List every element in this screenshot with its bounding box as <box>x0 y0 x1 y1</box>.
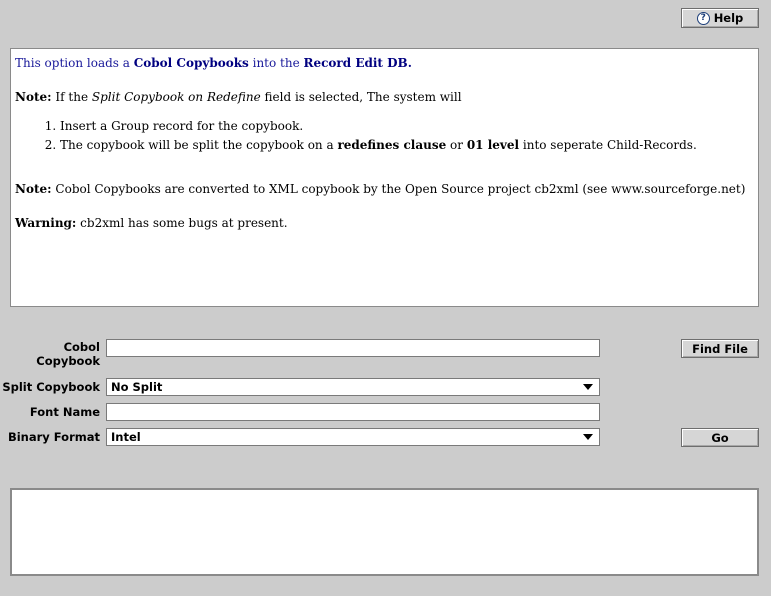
help-button[interactable]: ? Help <box>681 8 759 28</box>
find-file-button[interactable]: Find File <box>681 339 759 358</box>
list-item-1-text: Insert a Group record for the copybook. <box>60 119 304 133</box>
copybook-label: Cobol Copybook <box>36 340 100 368</box>
list-item-2-mid: or <box>446 138 467 152</box>
chevron-down-icon[interactable] <box>583 384 593 390</box>
note2-label: Note: <box>15 182 52 196</box>
list-item-2-bold2: 01 level <box>466 138 520 152</box>
binary-format-value: Intel <box>111 430 141 444</box>
note1-label: Note: <box>15 90 52 104</box>
question-icon: ? <box>696 11 710 25</box>
intro-bold-copybooks: Cobol Copybooks <box>133 56 249 70</box>
list-item-2-prefix: The copybook will be split the copybook … <box>60 138 338 152</box>
warning-text: Warning: cb2xml has some bugs at present… <box>15 216 288 230</box>
intro-prefix: This option loads a <box>15 56 134 70</box>
note-redefine: Note: If the Split Copybook on Redefine … <box>15 90 462 104</box>
binary-format-label: Binary Format <box>7 430 100 444</box>
chevron-down-icon[interactable] <box>583 434 593 440</box>
list-item: The copybook will be split the copybook … <box>60 138 697 152</box>
note1-prefix: If the <box>51 90 92 104</box>
steps-list: Insert a Group record for the copybook. … <box>15 119 697 157</box>
split-copybook-select[interactable]: No Split <box>106 378 600 396</box>
go-button[interactable]: Go <box>681 428 759 447</box>
font-name-input[interactable] <box>106 403 600 421</box>
copybook-input[interactable] <box>106 339 600 357</box>
intro-text: This option loads a Cobol Copybooks into… <box>15 56 412 70</box>
binary-format-select[interactable]: Intel <box>106 428 600 446</box>
font-name-label: Font Name <box>29 405 100 419</box>
note-cb2xml: Note: Cobol Copybooks are converted to X… <box>15 182 745 196</box>
help-button-label: Help <box>713 11 744 25</box>
list-item: Insert a Group record for the copybook. <box>60 119 697 133</box>
list-item-2-bold1: redefines clause <box>337 138 447 152</box>
list-item-2-suffix: into seperate Child-Records. <box>519 138 697 152</box>
info-panel: This option loads a Cobol Copybooks into… <box>10 48 759 307</box>
split-copybook-label: Split Copybook <box>2 380 100 394</box>
output-textarea[interactable] <box>10 488 759 576</box>
note2-text: Cobol Copybooks are converted to XML cop… <box>51 182 746 196</box>
note1-suffix: field is selected, The system will <box>260 90 462 104</box>
intro-bold-record-edit: Record Edit DB. <box>303 56 412 70</box>
warning-label: Warning: <box>15 216 77 230</box>
note1-italic: Split Copybook on Redefine <box>91 90 261 104</box>
intro-mid: into the <box>248 56 304 70</box>
warning-body: cb2xml has some bugs at present. <box>76 216 288 230</box>
split-copybook-value: No Split <box>111 380 163 394</box>
